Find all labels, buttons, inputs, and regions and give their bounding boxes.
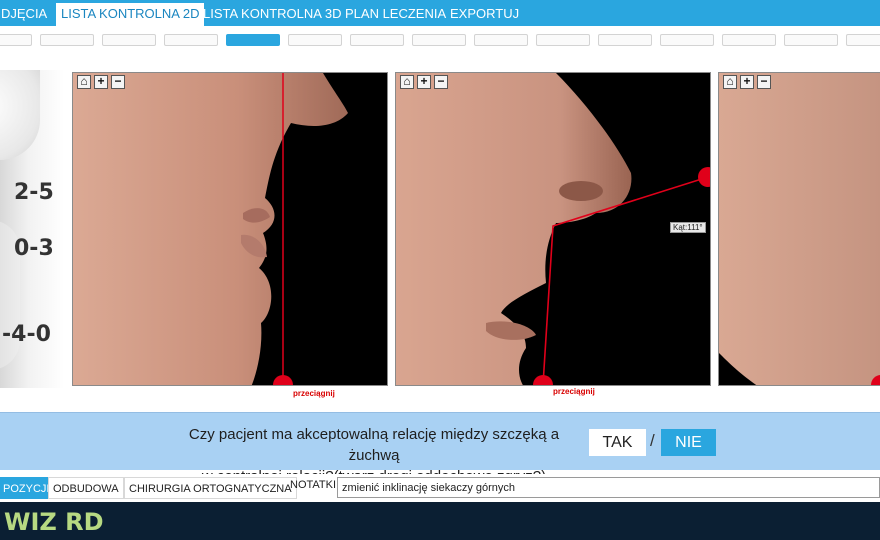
step-indicator[interactable] <box>536 34 590 46</box>
zoom-out-icon[interactable]: − <box>757 75 771 89</box>
step-indicator[interactable] <box>40 34 94 46</box>
app-window: DJĘCIA LISTA KONTROLNA 2D LISTA KONTROLN… <box>0 0 880 540</box>
answer-separator: / <box>650 431 655 450</box>
notes-input[interactable] <box>337 477 880 498</box>
step-indicator[interactable] <box>474 34 528 46</box>
question-banner: Czy pacjent ma akceptowalną relację międ… <box>0 412 880 485</box>
step-indicator[interactable] <box>102 34 156 46</box>
step-indicator[interactable] <box>0 34 32 46</box>
panel-toolbar: ⌂ + − <box>77 75 125 89</box>
tab-zdjecia[interactable]: DJĘCIA <box>0 3 50 26</box>
home-icon[interactable]: ⌂ <box>723 75 737 89</box>
zoom-in-icon[interactable]: + <box>94 75 108 89</box>
profile-photo <box>719 73 880 385</box>
tab-lista-kontrolna-2d[interactable]: LISTA KONTROLNA 2D <box>56 3 205 26</box>
step-indicator[interactable] <box>350 34 404 46</box>
step-indicator[interactable] <box>660 34 714 46</box>
tab-pozycji[interactable]: POZYCJI <box>0 477 55 499</box>
step-indicator[interactable] <box>846 34 880 46</box>
step-indicator[interactable] <box>784 34 838 46</box>
panel-toolbar: ⌂ + − <box>723 75 771 89</box>
top-tab-bar: DJĘCIA LISTA KONTROLNA 2D LISTA KONTROLN… <box>0 0 880 26</box>
tab-chirurgia-ortognatyczna[interactable]: CHIRURGIA ORTOGNATYCZNA <box>124 477 297 499</box>
reference-label: -4-0 <box>2 322 51 347</box>
zoom-out-icon[interactable]: − <box>434 75 448 89</box>
step-indicator[interactable] <box>288 34 342 46</box>
drag-handle[interactable] <box>533 375 553 386</box>
reference-nose-image <box>0 70 40 160</box>
reference-profile-strip: 2-5 0-3 -4-0 <box>0 70 64 388</box>
zoom-in-icon[interactable]: + <box>417 75 431 89</box>
main-content: 2-5 0-3 -4-0 ⌂ + − przeciągnij ⌂ + − Kąt… <box>0 56 880 412</box>
reference-label: 2-5 <box>14 180 54 205</box>
drag-hint-label: przeciągnij <box>293 389 335 398</box>
drag-hint-label: przeciągnij <box>553 387 595 396</box>
step-indicator[interactable] <box>164 34 218 46</box>
tab-odbudowa[interactable]: ODBUDOWA <box>48 477 124 499</box>
tab-plan-leczenia[interactable]: PLAN LECZENIA <box>342 3 449 26</box>
photo-panel-2: ⌂ + − Kąt:111° <box>395 72 711 386</box>
notes-label: NOTATKI: <box>290 479 340 491</box>
home-icon[interactable]: ⌂ <box>400 75 414 89</box>
tab-exportuj[interactable]: EXPORTUJ <box>447 3 522 26</box>
yes-button[interactable]: TAK <box>589 429 646 456</box>
profile-photo <box>396 73 711 386</box>
footer-bar: WIZ RD <box>0 502 880 540</box>
wizard-logo: WIZ RD <box>4 508 104 536</box>
drag-handle[interactable] <box>698 167 711 187</box>
tab-lista-kontrolna-3d[interactable]: LISTA KONTROLNA 3D <box>200 3 344 26</box>
step-indicator[interactable] <box>722 34 776 46</box>
panel-toolbar: ⌂ + − <box>400 75 448 89</box>
step-indicator[interactable] <box>598 34 652 46</box>
checklist-steps <box>0 26 880 56</box>
angle-label: Kąt:111° <box>670 222 706 233</box>
step-indicator[interactable] <box>226 34 280 46</box>
step-indicator[interactable] <box>412 34 466 46</box>
reference-label: 0-3 <box>14 236 54 261</box>
bottom-tab-bar: POZYCJI ODBUDOWA CHIRURGIA ORTOGNATYCZNA… <box>0 474 880 502</box>
no-button[interactable]: NIE <box>661 429 716 456</box>
zoom-out-icon[interactable]: − <box>111 75 125 89</box>
question-line-1: Czy pacjent ma akceptowalną relację międ… <box>188 426 560 464</box>
zoom-in-icon[interactable]: + <box>740 75 754 89</box>
photo-panel-3: ⌂ + − <box>718 72 880 386</box>
home-icon[interactable]: ⌂ <box>77 75 91 89</box>
drag-handle[interactable] <box>273 375 293 386</box>
profile-photo <box>73 73 348 386</box>
photo-panel-1: ⌂ + − <box>72 72 388 386</box>
